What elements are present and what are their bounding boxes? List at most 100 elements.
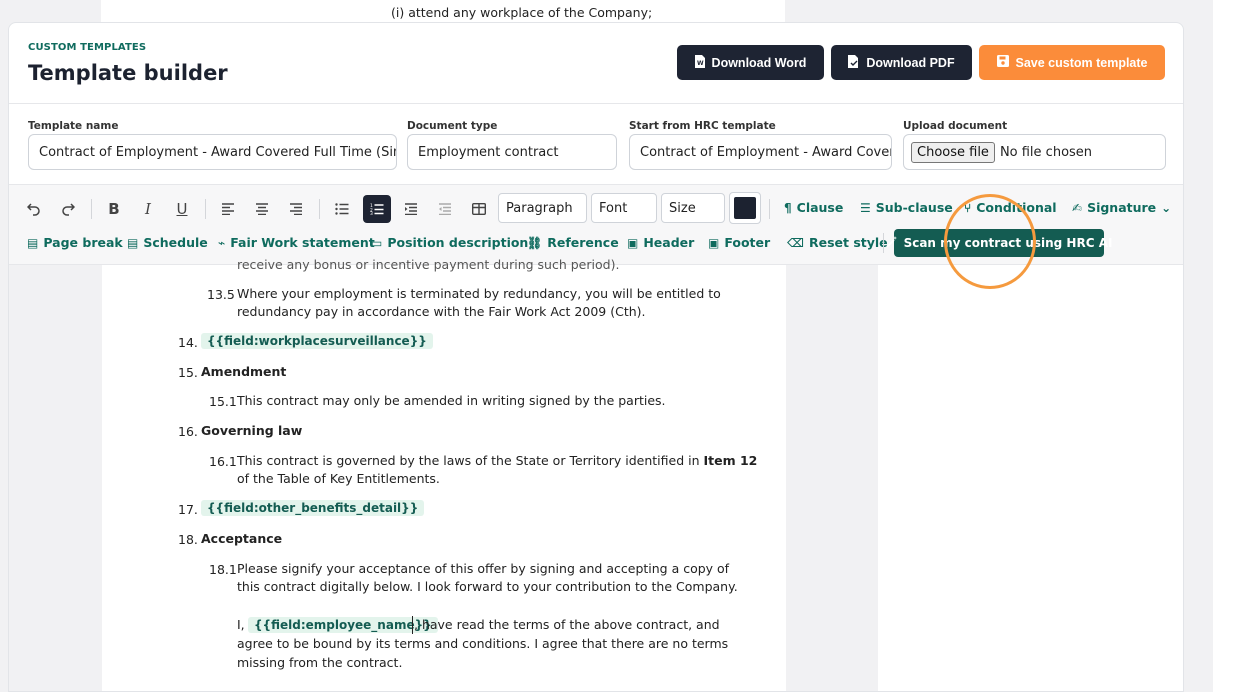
clause-button[interactable]: ¶ Clause <box>784 200 843 215</box>
chevron-down-icon: ⌄ <box>1161 200 1172 215</box>
toolbar-separator <box>91 199 92 219</box>
reset-style-button[interactable]: ⌫ Reset style <box>787 235 888 250</box>
clause-number: 16.1 <box>209 454 237 469</box>
paragraph-style-select[interactable]: Paragraph <box>498 193 587 223</box>
clause-number: 13.5 <box>207 287 235 302</box>
ordered-list-icon[interactable]: 123 <box>363 195 391 223</box>
upload-document-input[interactable]: Choose file No file chosen <box>903 134 1166 170</box>
template-name-input[interactable]: Contract of Employment - Award Covered F… <box>28 134 397 170</box>
acceptance-text: agree to be bound by its terms and condi… <box>237 636 729 651</box>
clause-label: Clause <box>796 200 844 215</box>
template-builder-panel: CUSTOM TEMPLATES Template builder W Down… <box>8 22 1184 692</box>
indent-icon[interactable] <box>397 195 425 223</box>
start-template-select[interactable]: Contract of Employment - Award Covere <box>629 134 892 170</box>
underline-icon[interactable]: U <box>168 195 196 223</box>
link-icon: ⛓ <box>527 235 543 250</box>
signature-label: Signature <box>1087 200 1157 215</box>
svg-text:3: 3 <box>370 211 373 215</box>
clause-heading: Amendment <box>201 364 287 379</box>
italic-icon[interactable]: I <box>134 195 162 223</box>
signature-dropdown[interactable]: ✍ Signature ⌄ <box>1072 200 1171 215</box>
download-pdf-button[interactable]: Download PDF <box>831 45 972 80</box>
position-description-button[interactable]: ▭ Position description <box>371 235 528 250</box>
pdf-file-icon <box>848 54 859 71</box>
field-placeholder-tag[interactable]: {{field:employee_name}} <box>248 617 438 633</box>
page-title: Template builder <box>28 61 228 85</box>
toolbar-separator <box>319 199 320 219</box>
text-color-picker[interactable] <box>729 192 761 224</box>
clause-number: 18. <box>178 532 198 547</box>
document-type-label: Document type <box>407 120 498 132</box>
redo-icon[interactable] <box>54 195 82 223</box>
header-label: Header <box>643 235 695 250</box>
schedule-label: Schedule <box>143 235 208 250</box>
save-template-label: Save custom template <box>1015 55 1148 70</box>
clause-text: Please signify your acceptance of this o… <box>237 561 730 576</box>
scrollbar-track[interactable] <box>1213 0 1239 692</box>
undo-icon[interactable] <box>20 195 48 223</box>
bullet-list-icon[interactable] <box>328 195 356 223</box>
page-break-icon: ▤ <box>27 235 39 250</box>
clause-text: This contract may only be amended in wri… <box>237 393 666 408</box>
reference-button[interactable]: ⛓ Reference <box>527 235 619 250</box>
clause-text: Where your employment is terminated by r… <box>237 286 721 301</box>
fair-work-label: Fair Work statement <box>230 235 375 250</box>
align-left-icon[interactable] <box>214 195 242 223</box>
download-word-label: Download Word <box>711 55 807 70</box>
field-placeholder-tag[interactable]: {{field:workplacesurveillance}} <box>201 333 433 349</box>
clause-text: redundancy pay in accordance with the Fa… <box>237 304 646 319</box>
acceptance-text: missing from the contract. <box>237 655 403 670</box>
highlight-annotation-ring <box>944 194 1036 289</box>
reset-style-label: Reset style <box>808 235 888 250</box>
sub-clause-label: Sub-clause <box>875 200 953 215</box>
schedule-button[interactable]: ▤ Schedule <box>127 235 208 250</box>
align-right-icon[interactable] <box>282 195 310 223</box>
image-icon: ▣ <box>708 235 720 250</box>
choose-file-button[interactable]: Choose file <box>911 141 995 163</box>
clause-text: of the Table of Key Entitlements. <box>237 471 440 486</box>
clause-text: This contract is governed by the laws of… <box>237 452 757 470</box>
clause-heading: Acceptance <box>201 531 283 546</box>
align-center-icon[interactable] <box>248 195 276 223</box>
color-swatch-fill <box>734 197 756 219</box>
page-break-label: Page break <box>43 235 123 250</box>
save-disk-icon <box>996 55 1009 70</box>
image-icon: ▣ <box>627 235 639 250</box>
background-doc-line: (i) attend any workplace of the Company; <box>391 5 653 20</box>
fair-work-statement-button[interactable]: ⌁ Fair Work statement <box>218 235 375 250</box>
bold-icon[interactable]: B <box>100 195 128 223</box>
field-placeholder-tag[interactable]: {{field:other_benefits_detail}} <box>201 500 425 516</box>
word-file-icon: W <box>694 54 705 71</box>
start-template-value: Contract of Employment - Award Covere <box>640 144 892 160</box>
pilcrow-icon: ¶ <box>784 200 792 215</box>
outdent-icon[interactable] <box>431 195 459 223</box>
document-type-input[interactable]: Employment contract <box>407 134 617 170</box>
download-word-button[interactable]: W Download Word <box>677 45 824 80</box>
start-template-label: Start from HRC template <box>629 120 776 132</box>
clause-text-part: This contract is governed by the laws of… <box>237 453 704 468</box>
font-size-select[interactable]: Size <box>661 193 725 223</box>
header-button[interactable]: ▣ Header <box>627 235 694 250</box>
document-type-value: Employment contract <box>418 144 559 160</box>
download-pdf-label: Download PDF <box>866 55 955 70</box>
clause-number: 16. <box>178 424 198 439</box>
section-eyebrow: CUSTOM TEMPLATES <box>28 42 147 53</box>
document-editor[interactable]: receive any bonus or incentive payment d… <box>102 257 786 691</box>
footer-label: Footer <box>724 235 771 250</box>
clause-text: receive any bonus or incentive payment d… <box>237 257 620 272</box>
toolbar-separator <box>883 233 884 253</box>
schedule-doc-icon: ▤ <box>127 235 139 250</box>
page-break-button[interactable]: ▤ Page break <box>27 235 123 250</box>
upload-status-text: No file chosen <box>999 144 1093 160</box>
eraser-icon: ⌫ <box>787 235 804 250</box>
signature-icon: ✍ <box>1072 200 1083 215</box>
reference-label: Reference <box>547 235 619 250</box>
font-select[interactable]: Font <box>591 193 657 223</box>
save-template-button[interactable]: Save custom template <box>979 45 1165 80</box>
svg-text:W: W <box>697 60 704 67</box>
right-side-pane <box>878 265 1183 691</box>
table-icon[interactable] <box>465 195 493 223</box>
sub-clause-button[interactable]: ☰ Sub-clause <box>860 200 953 215</box>
sub-clause-icon: ☰ <box>860 200 871 215</box>
footer-button[interactable]: ▣ Footer <box>708 235 770 250</box>
